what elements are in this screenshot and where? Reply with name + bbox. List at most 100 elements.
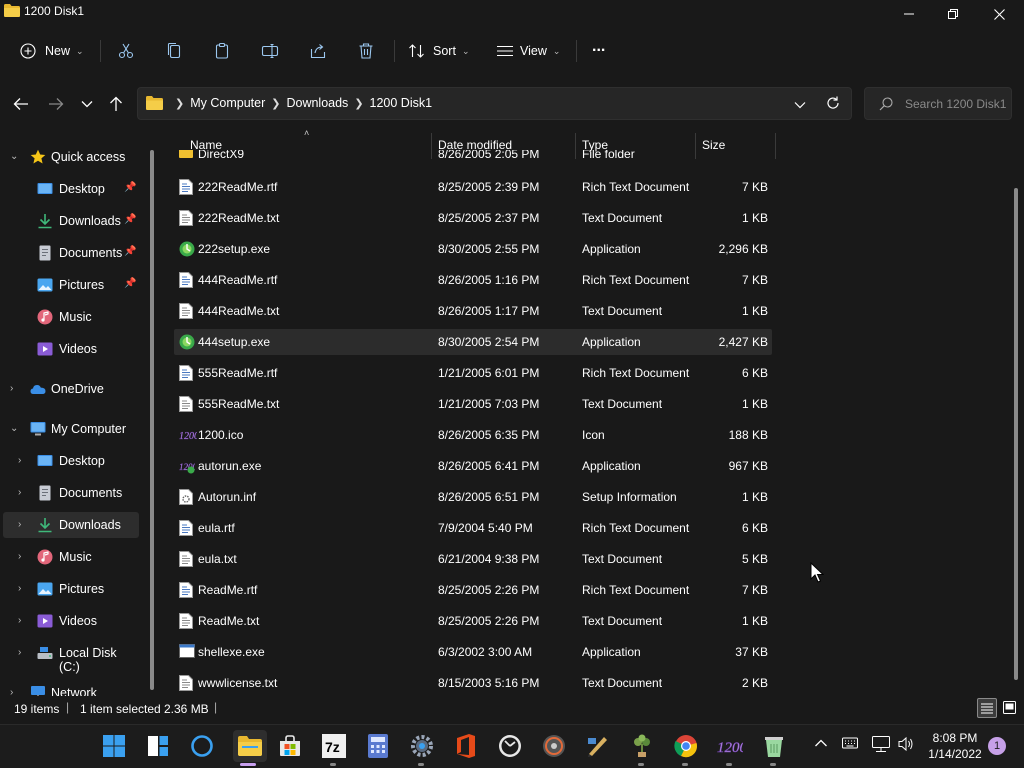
table-row[interactable]: 1200 1200.ico 8/26/2005 6:35 PM Icon 188 KB: [174, 422, 772, 448]
recent-locations-button[interactable]: [77, 94, 97, 114]
cut-button[interactable]: [117, 38, 135, 64]
sort-button[interactable]: Sort ⌄: [408, 38, 469, 64]
clock-app-button[interactable]: [497, 733, 523, 759]
paint-app-button[interactable]: [585, 733, 611, 759]
table-row[interactable]: Autorun.inf 8/26/2005 6:51 PM Setup Inform…: [174, 484, 772, 510]
1200-app-button[interactable]: 1200: [717, 733, 743, 759]
file-explorer-taskbar-button[interactable]: [233, 730, 267, 762]
store-button[interactable]: [277, 733, 303, 759]
details-view-button[interactable]: [977, 698, 997, 718]
new-button[interactable]: New ⌄: [20, 38, 84, 64]
delete-button[interactable]: [357, 38, 375, 64]
table-row[interactable]: ReadMe.rtf 8/25/2005 2:26 PM Rich Text Doc…: [174, 577, 772, 603]
view-icon: [497, 45, 513, 57]
file-date: 8/26/2005 6:51 PM: [438, 490, 540, 504]
table-row[interactable]: 222setup.exe 8/30/2005 2:55 PM Application…: [174, 236, 772, 262]
tiles-view-button[interactable]: [1000, 698, 1020, 718]
table-row[interactable]: 444ReadMe.rtf 8/26/2005 1:16 PM Rich Text …: [174, 267, 772, 293]
search-input[interactable]: Search 1200 Disk1: [905, 97, 1006, 111]
sidebar-scrollbar[interactable]: [150, 150, 154, 690]
settings-button[interactable]: [409, 733, 435, 759]
clock[interactable]: 8:08 PM 1/14/2022: [920, 730, 990, 762]
folder-icon: [146, 96, 163, 110]
chrome-button[interactable]: [673, 733, 699, 759]
table-row[interactable]: eula.txt 6/21/2004 9:38 PM Text Document 5 …: [174, 546, 772, 572]
more-options-button[interactable]: ...: [592, 34, 605, 60]
file-list-scrollbar[interactable]: [1014, 188, 1018, 680]
table-row[interactable]: eula.rtf 7/9/2004 5:40 PM Rich Text Docume…: [174, 515, 772, 541]
forward-button[interactable]: [46, 94, 66, 114]
rename-button[interactable]: [261, 38, 279, 64]
address-bar[interactable]: ❯ My Computer ❯ Downloads ❯ 1200 Disk1: [137, 87, 852, 120]
table-row[interactable]: ReadMe.txt 8/25/2005 2:26 PM Text Document…: [174, 608, 772, 634]
media-player-button[interactable]: [541, 733, 567, 759]
sidebar-item-desktop-quick[interactable]: Desktop 📌: [0, 176, 140, 202]
sidebar-item-onedrive[interactable]: › OneDrive: [0, 376, 140, 402]
table-row[interactable]: 555ReadMe.rtf 1/21/2005 6:01 PM Rich Text …: [174, 360, 772, 386]
7zip-button[interactable]: 7z: [321, 733, 347, 759]
file-date: 8/25/2005 2:26 PM: [438, 614, 540, 628]
search-box[interactable]: Search 1200 Disk1: [864, 87, 1012, 120]
cortana-button[interactable]: [189, 733, 215, 759]
sidebar-item-pictures[interactable]: › Pictures: [0, 576, 140, 602]
chrome-icon: [674, 735, 697, 758]
up-button[interactable]: [106, 94, 126, 114]
breadcrumb-downloads[interactable]: Downloads: [286, 96, 348, 110]
sidebar-item-downloads[interactable]: › Downloads: [3, 512, 139, 538]
table-row[interactable]: 222ReadMe.rtf 8/25/2005 2:39 PM Rich Text …: [174, 174, 772, 200]
paste-icon: [215, 42, 229, 59]
sidebar-item-quick-access[interactable]: ⌄ Quick access: [0, 144, 140, 170]
calculator-button[interactable]: [365, 733, 391, 759]
plant-app-button[interactable]: [629, 733, 655, 759]
file-size: 2,427 KB: [718, 335, 768, 349]
start-button[interactable]: [101, 733, 127, 759]
notification-badge[interactable]: 1: [988, 737, 1006, 755]
sidebar-item-videos-quick[interactable]: Videos: [0, 336, 140, 362]
close-button[interactable]: [976, 0, 1022, 28]
table-row[interactable]: 1200autorun.exe 8/26/2005 6:41 PM Applicat…: [174, 453, 772, 479]
arrow-left-icon: [13, 98, 28, 110]
list-item-partial[interactable]: DirectX9 8/26/2005 2:05 PM File folder: [174, 150, 772, 164]
minimize-button[interactable]: [886, 0, 932, 28]
table-row[interactable]: shellexe.exe 6/3/2002 3:00 AM Application 3…: [174, 639, 772, 665]
sidebar-item-my-computer[interactable]: ⌄ My Computer: [0, 416, 140, 442]
sidebar-item-videos[interactable]: › Videos: [0, 608, 140, 634]
table-row[interactable]: 222ReadMe.txt 8/25/2005 2:37 PM Text Docum…: [174, 205, 772, 231]
sidebar-item-local-disk[interactable]: › Local Disk (C:): [0, 640, 140, 674]
refresh-button[interactable]: [826, 96, 840, 113]
file-type: Text Document: [582, 676, 663, 690]
back-button[interactable]: [11, 94, 31, 114]
recycle-app-button[interactable]: [761, 733, 787, 759]
sidebar-item-desktop[interactable]: › Desktop: [0, 448, 140, 474]
restore-button[interactable]: [930, 0, 976, 28]
table-row[interactable]: 444setup.exe 8/30/2005 2:54 PM Application…: [174, 329, 772, 355]
sidebar-item-documents-quick[interactable]: Documents 📌: [0, 240, 140, 266]
copy-button[interactable]: [165, 38, 183, 64]
file-date: 8/26/2005 1:16 PM: [438, 273, 540, 287]
office-button[interactable]: [453, 733, 479, 759]
view-button[interactable]: View ⌄: [496, 38, 560, 64]
table-row[interactable]: 555ReadMe.txt 1/21/2005 7:03 PM Text Docum…: [174, 391, 772, 417]
sidebar-item-documents[interactable]: › Documents: [0, 480, 140, 506]
pin-icon: 📌: [124, 182, 137, 193]
show-hidden-icons-button[interactable]: [814, 737, 828, 751]
setup-exe-icon: [179, 334, 195, 350]
breadcrumb-1200-disk1[interactable]: 1200 Disk1: [370, 96, 433, 110]
sidebar-item-downloads-quick[interactable]: Downloads 📌: [0, 208, 140, 234]
file-name: ReadMe.txt: [198, 614, 260, 628]
volume-button[interactable]: [898, 736, 914, 755]
sidebar-item-music-quick[interactable]: Music: [0, 304, 140, 330]
task-view-button[interactable]: [145, 733, 171, 759]
sidebar-item-pictures-quick[interactable]: Pictures 📌: [0, 272, 140, 298]
sidebar-item-network[interactable]: › Network: [0, 680, 140, 696]
paste-button[interactable]: [213, 38, 231, 64]
column-divider[interactable]: [775, 133, 776, 159]
breadcrumb-my-computer[interactable]: My Computer: [190, 96, 265, 110]
sidebar-item-music[interactable]: › Music: [0, 544, 140, 570]
share-button[interactable]: [309, 38, 327, 64]
network-tray-button[interactable]: [872, 736, 890, 755]
table-row[interactable]: wwwlicense.txt 8/15/2003 5:16 PM Text Docu…: [174, 670, 772, 696]
keyboard-button[interactable]: [842, 737, 858, 752]
table-row[interactable]: 444ReadMe.txt 8/26/2005 1:17 PM Text Docum…: [174, 298, 772, 324]
address-dropdown-button[interactable]: [794, 98, 806, 112]
